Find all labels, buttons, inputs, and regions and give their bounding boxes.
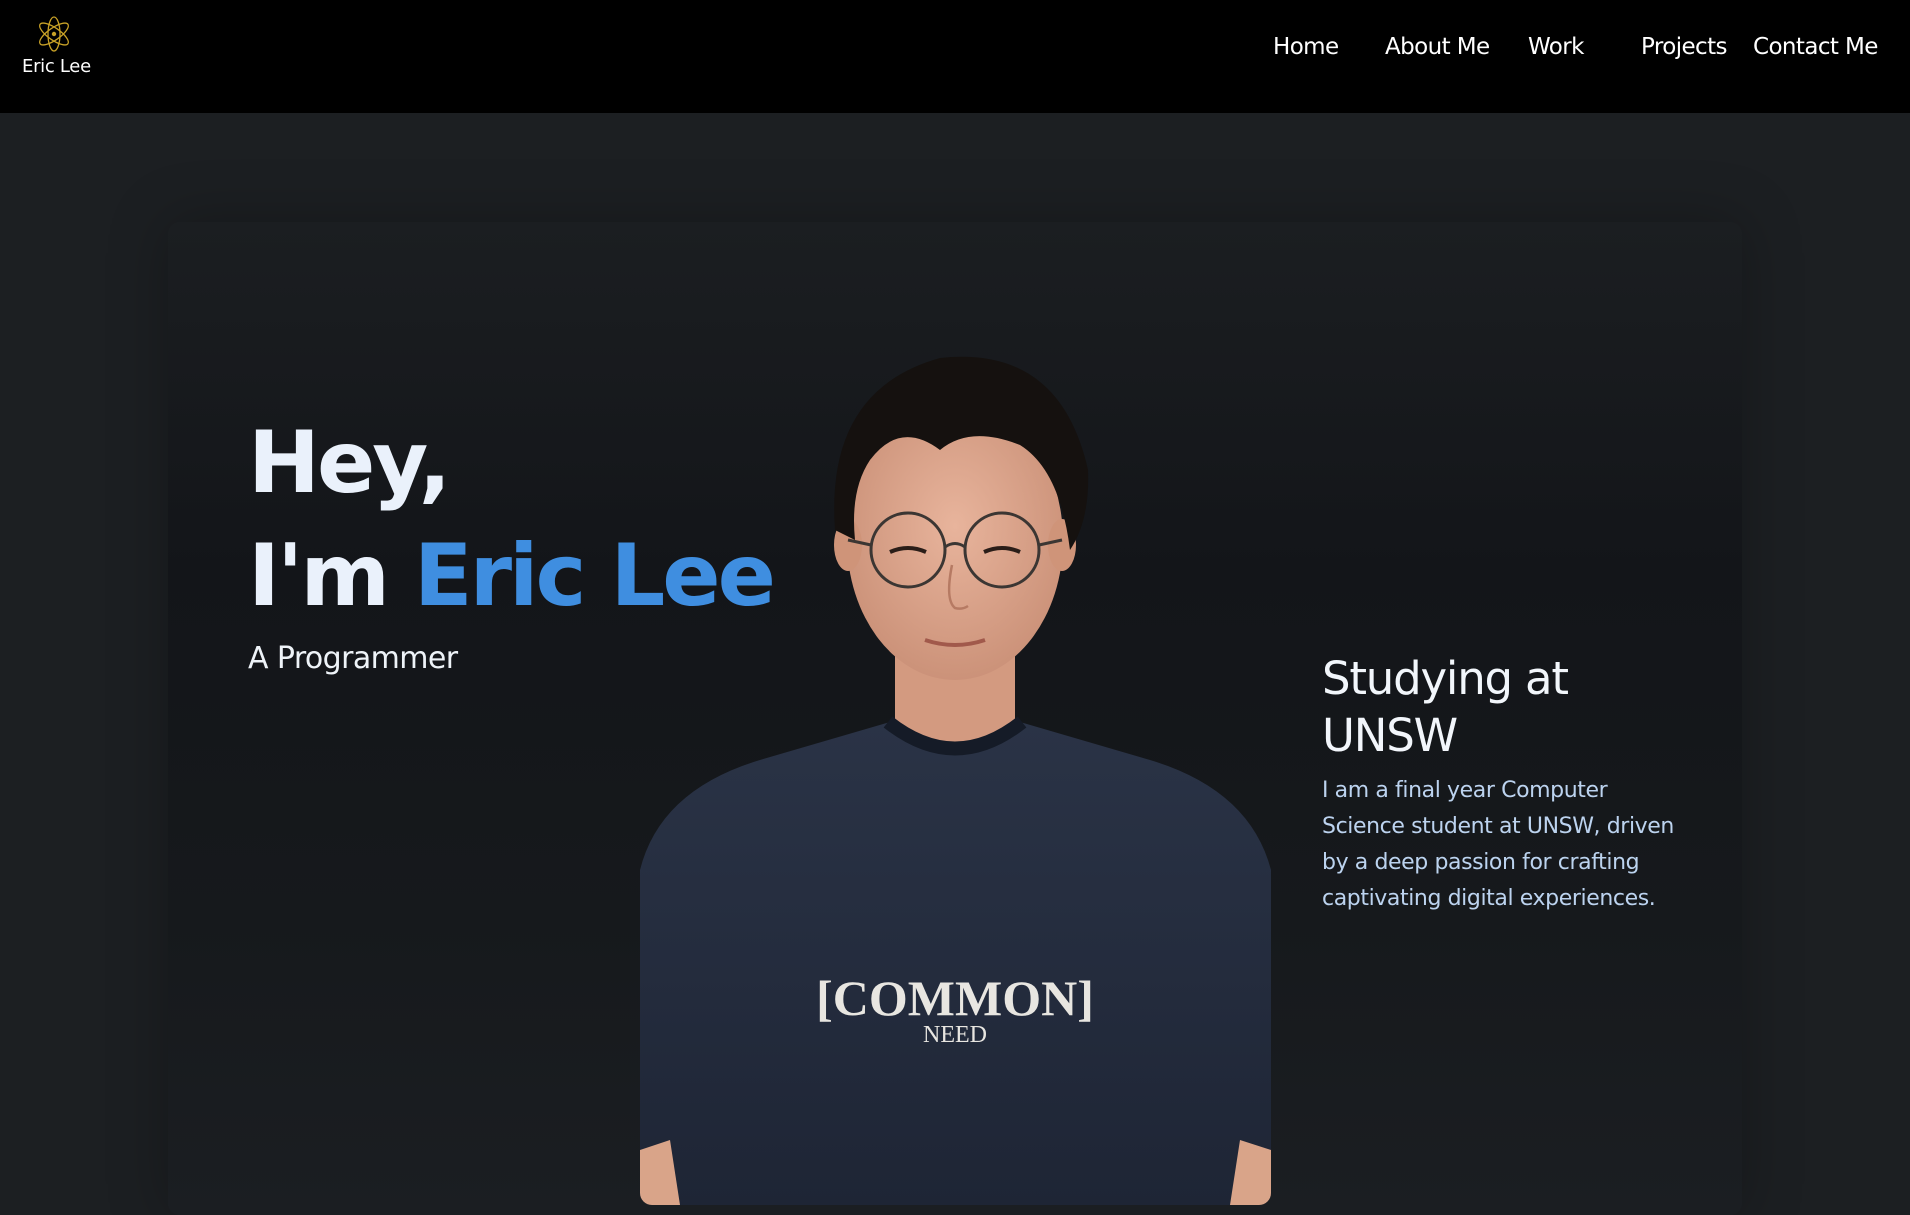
hero-intro-prefix: I'm <box>248 526 414 626</box>
nav-link-work[interactable]: Work <box>1528 34 1584 60</box>
profile-portrait: [COMMON] NEED <box>640 350 1271 1205</box>
brand[interactable]: Eric Lee <box>22 14 142 84</box>
brand-name: Eric Lee <box>22 56 91 77</box>
shirt-text-line2: NEED <box>923 1022 987 1048</box>
study-title: Studying at UNSW <box>1322 652 1569 762</box>
hero-greeting: Hey, <box>248 413 451 513</box>
shirt-text-line1: [COMMON] <box>816 970 1094 1026</box>
hero-role: A Programmer <box>248 641 458 676</box>
nav-link-about-me[interactable]: About Me <box>1385 34 1490 60</box>
nav-link-home[interactable]: Home <box>1273 34 1339 60</box>
nav-link-projects[interactable]: Projects <box>1641 34 1727 60</box>
top-navbar: Eric Lee Home About Me Work Projects Con… <box>0 0 1910 113</box>
study-description: I am a final year Computer Science stude… <box>1322 778 1674 911</box>
atom-icon <box>34 14 74 54</box>
nav-link-contact-me[interactable]: Contact Me <box>1753 34 1878 60</box>
